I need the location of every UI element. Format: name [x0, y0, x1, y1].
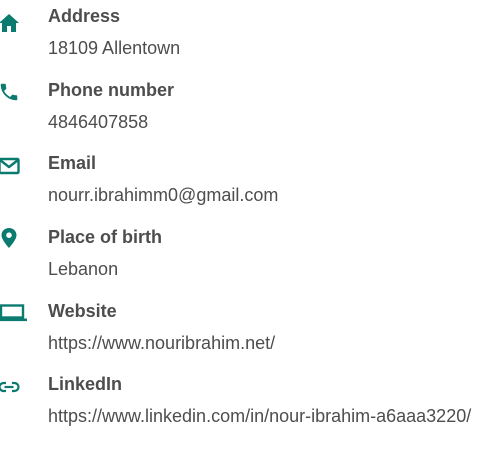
address-value: 18109 Allentown — [48, 38, 181, 58]
linkedin-link[interactable]: https://www.linkedin.com/in/nour-ibrahim… — [48, 403, 488, 430]
email-value[interactable]: nourr.ibrahimm0@gmail.com — [48, 182, 488, 209]
phone-value: 4846407858 — [48, 112, 149, 132]
website-label: Website — [48, 301, 117, 321]
link-icon — [0, 380, 20, 402]
envelope-icon — [0, 157, 20, 179]
linkedin-label: LinkedIn — [48, 374, 123, 394]
email-label: Email — [48, 153, 97, 173]
home-icon — [0, 13, 20, 35]
website-link[interactable]: https://www.nouribrahim.net/ — [48, 330, 488, 357]
place-of-birth-label: Place of birth — [48, 227, 163, 247]
phone-label: Phone number — [48, 80, 175, 100]
laptop-icon — [0, 304, 28, 326]
map-pin-icon — [0, 227, 20, 249]
phone-icon — [0, 81, 20, 103]
place-of-birth-value: Lebanon — [48, 259, 119, 279]
address-label: Address — [48, 6, 121, 26]
